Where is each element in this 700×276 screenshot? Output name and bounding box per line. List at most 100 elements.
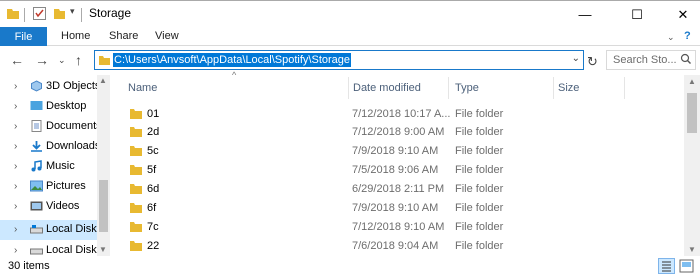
scroll-down-icon[interactable]: ▼ (99, 245, 107, 254)
folder-icon (130, 127, 142, 137)
table-row[interactable]: 22 7/6/2018 9:04 AM File folder (110, 236, 685, 255)
navigation-pane: › 3D Objects › Desktop › Documents › Dow… (0, 75, 110, 256)
minimize-icon: — (578, 7, 592, 22)
scroll-up-icon[interactable]: ▲ (688, 77, 696, 86)
file-date: 7/12/2018 10:17 A... (352, 108, 451, 120)
3d-objects-icon (31, 80, 42, 92)
file-type: File folder (455, 145, 504, 157)
table-row[interactable]: 5c 7/9/2018 9:10 AM File folder (110, 141, 685, 160)
tab-file[interactable]: File (0, 27, 47, 46)
file-name: 2d (147, 126, 160, 138)
file-type: File folder (455, 164, 504, 176)
expand-icon[interactable]: › (14, 201, 17, 212)
nav-scrollbar[interactable]: ▲ ▼ (97, 75, 110, 256)
item-count: 30 items (8, 260, 50, 272)
file-type: File folder (455, 183, 504, 195)
new-folder-icon[interactable] (53, 7, 66, 20)
file-name: 5f (147, 164, 157, 176)
table-row[interactable]: 2d 7/12/2018 9:00 AM File folder (110, 122, 685, 141)
column-header-size[interactable]: Size (554, 75, 624, 99)
folder-icon (7, 9, 19, 19)
column-header-type[interactable]: Type (449, 75, 553, 99)
scroll-up-icon[interactable]: ▲ (99, 76, 107, 85)
table-row[interactable]: 7c 7/12/2018 9:10 AM File folder (110, 217, 685, 236)
nav-item-desktop[interactable]: › Desktop (0, 97, 97, 117)
column-header-date[interactable]: Date modified (349, 75, 447, 99)
maximize-button[interactable]: ☐ (614, 1, 660, 28)
refresh-button[interactable]: ↻ (587, 54, 598, 70)
expand-icon[interactable]: › (14, 101, 17, 112)
folder-icon (130, 203, 142, 213)
search-input[interactable]: Search Sto... (606, 50, 696, 70)
file-type: File folder (455, 240, 504, 252)
address-row: ← → ⌄ ↑ C:\Users\Anvsoft\AppData\Local\S… (0, 46, 700, 74)
table-row[interactable]: 6d 6/29/2018 2:11 PM File folder (110, 179, 685, 198)
expand-icon[interactable]: › (14, 161, 17, 172)
nav-item-3d-objects[interactable]: › 3D Objects (0, 77, 101, 97)
forward-button[interactable]: → (35, 52, 49, 68)
expand-icon[interactable]: › (14, 181, 17, 192)
expand-icon[interactable]: › (14, 245, 17, 256)
nav-item-downloads[interactable]: › Downloads (0, 137, 100, 157)
file-type: File folder (455, 108, 504, 120)
minimize-button[interactable]: — (562, 1, 608, 28)
table-row[interactable]: 5f 7/5/2018 9:06 AM File folder (110, 160, 685, 179)
address-dropdown-icon[interactable]: ⌄ (572, 53, 580, 64)
search-placeholder: Search Sto... (613, 54, 677, 66)
properties-icon[interactable] (33, 7, 46, 20)
expand-icon[interactable]: › (14, 121, 17, 132)
recent-locations-icon[interactable]: ⌄ (58, 55, 66, 66)
close-button[interactable]: ✕ (660, 1, 700, 28)
window-title: Storage (89, 6, 132, 20)
nav-item-local-disk-d[interactable]: › Local Disk ( (0, 241, 103, 256)
tab-home[interactable]: Home (61, 30, 90, 42)
nav-item-label: 3D Objects (46, 80, 101, 92)
pictures-icon (30, 180, 43, 192)
folder-icon (130, 222, 142, 232)
table-row[interactable]: 6f 7/9/2018 9:10 AM File folder (110, 198, 685, 217)
nav-scroll-thumb[interactable] (99, 180, 108, 232)
nav-item-label: Local Disk ( (46, 223, 104, 235)
file-name: 5c (147, 145, 159, 157)
search-icon[interactable] (680, 53, 692, 65)
details-view-icon[interactable] (658, 258, 675, 274)
local-disk-icon (30, 248, 43, 255)
nav-item-music[interactable]: › Music (0, 157, 97, 177)
file-list-scrollbar[interactable]: ▲ ▼ (684, 75, 700, 256)
documents-icon (31, 120, 42, 132)
folder-icon (99, 56, 110, 65)
up-button[interactable]: ↑ (75, 52, 82, 68)
tab-share[interactable]: Share (109, 30, 138, 42)
nav-item-label: Pictures (46, 180, 86, 192)
column-divider[interactable] (624, 77, 625, 99)
nav-item-label: Local Disk ( (46, 244, 104, 256)
file-list-scroll-thumb[interactable] (687, 93, 697, 133)
desktop-icon (30, 101, 43, 110)
address-bar[interactable]: C:\Users\Anvsoft\AppData\Local\Spotify\S… (94, 50, 584, 70)
expand-icon[interactable]: › (14, 141, 17, 152)
expand-icon[interactable]: › (14, 81, 17, 92)
address-path[interactable]: C:\Users\Anvsoft\AppData\Local\Spotify\S… (113, 53, 352, 67)
tab-view[interactable]: View (155, 30, 179, 42)
customize-toolbar-icon[interactable]: ▾ (70, 6, 75, 17)
help-icon[interactable]: ? (684, 30, 691, 42)
file-name: 6f (147, 202, 157, 214)
nav-item-documents[interactable]: › Documents (0, 117, 102, 137)
nav-item-local-disk-c[interactable]: › Local Disk ( (0, 220, 103, 240)
expand-icon[interactable]: › (14, 224, 17, 235)
table-row[interactable]: 01 7/12/2018 10:17 A... File folder (110, 104, 685, 123)
status-bar: 30 items (0, 256, 700, 276)
back-button[interactable]: ← (10, 52, 24, 68)
expand-ribbon-icon[interactable]: ⌄ (667, 32, 675, 43)
nav-item-pictures[interactable]: › Pictures (0, 177, 97, 197)
large-icons-view-icon[interactable] (678, 258, 695, 274)
title-bar: ▾ Storage — ☐ ✕ (0, 0, 700, 27)
folder-icon (130, 184, 142, 194)
column-header-name[interactable]: Name (110, 75, 348, 99)
divider (81, 8, 82, 22)
scroll-down-icon[interactable]: ▼ (688, 245, 696, 254)
folder-icon (130, 146, 142, 156)
close-icon: ✕ (677, 6, 689, 22)
nav-item-videos[interactable]: › Videos (0, 197, 97, 217)
file-date: 7/5/2018 9:06 AM (352, 164, 439, 176)
